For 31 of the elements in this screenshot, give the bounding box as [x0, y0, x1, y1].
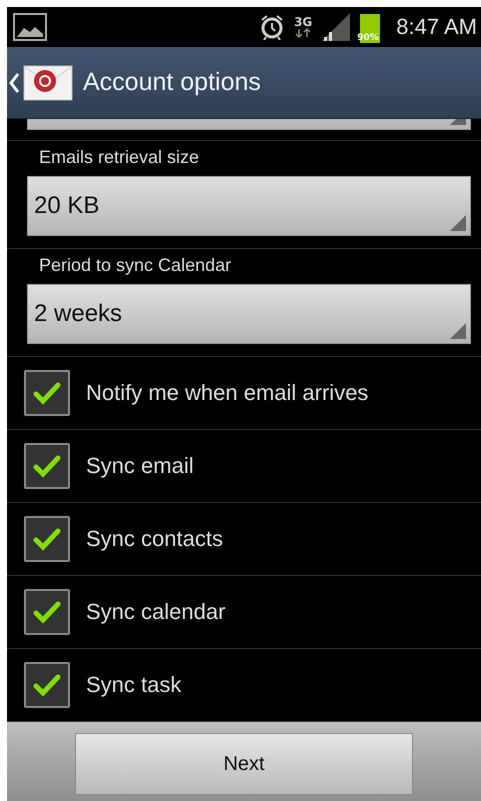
- checkbox[interactable]: [24, 370, 70, 416]
- dropdown-field[interactable]: 20 KB: [27, 176, 471, 236]
- setting-label: Sync contacts: [86, 526, 223, 552]
- check-icon: [33, 527, 61, 551]
- setting-label: Sync calendar: [86, 599, 226, 625]
- check-icon: [33, 454, 61, 478]
- network-type: 3G: [294, 16, 312, 28]
- screen-title: Account options: [83, 68, 261, 97]
- email-envelope-icon[interactable]: [23, 64, 73, 100]
- data-arrows-icon: [295, 28, 312, 38]
- clock-time: 8:47 AM: [396, 14, 477, 40]
- check-icon: [33, 381, 61, 405]
- signal-icon: [322, 13, 350, 41]
- next-button[interactable]: Next: [75, 733, 413, 795]
- checkbox[interactable]: [24, 516, 70, 562]
- setting-label: Sync task: [86, 672, 182, 698]
- back-caret-icon[interactable]: [9, 72, 19, 94]
- check-icon: [33, 673, 61, 697]
- image-icon: [13, 13, 47, 41]
- alarm-clock-icon: [260, 14, 284, 40]
- checkbox[interactable]: [24, 589, 70, 635]
- checkbox[interactable]: [24, 443, 70, 489]
- check-icon: [33, 600, 61, 624]
- dropdown-corner-icon: [450, 215, 466, 231]
- dropdown-field[interactable]: 2 weeks: [27, 284, 471, 344]
- setting-label: Sync email: [86, 453, 194, 479]
- setting-label: Period to sync Calendar: [39, 255, 232, 276]
- setting-label: Notify me when email arrives: [86, 380, 368, 406]
- dropdown-corner-icon: [450, 323, 466, 339]
- checkbox[interactable]: [24, 662, 70, 708]
- setting-label: Emails retrieval size: [39, 147, 200, 168]
